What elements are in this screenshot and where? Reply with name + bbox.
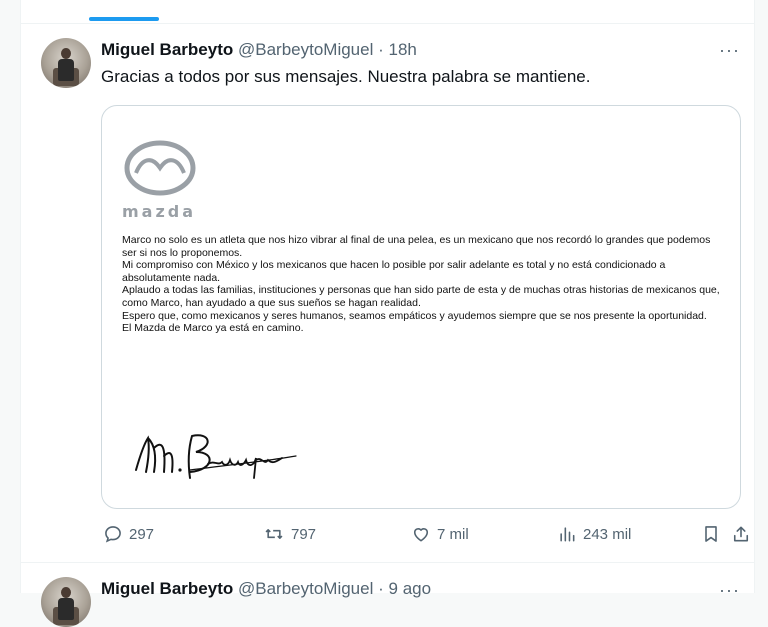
mazda-logo-icon: [124, 140, 196, 196]
heart-icon: [413, 528, 429, 542]
active-tab-indicator: [89, 17, 159, 21]
separator: ·: [378, 579, 384, 598]
letter-paragraph: Marco no solo es un atleta que nos hizo …: [122, 234, 711, 259]
letter-paragraph: El Mazda de Marco ya está en camino.: [122, 322, 304, 335]
retweet-count: 797: [291, 525, 317, 543]
bookmark-button[interactable]: [701, 524, 721, 544]
reply-count: 297: [129, 525, 155, 543]
letter-paragraph: Mi compromiso con México y los mexicanos…: [122, 259, 666, 284]
letter-paragraph: Aplaudo a todas las familias, institucio…: [122, 284, 720, 309]
tweet-actions: 297 797 7 mil 243 mil: [101, 524, 749, 548]
divider: [21, 23, 754, 24]
author-handle[interactable]: @BarbeytoMiguel: [238, 40, 373, 59]
retweet-button[interactable]: 797: [263, 524, 316, 544]
tweet-time[interactable]: 18h: [389, 40, 417, 59]
author-name[interactable]: Miguel Barbeyto: [101, 579, 233, 598]
tweet-time[interactable]: 9 ago: [389, 579, 432, 598]
tweet-text: Gracias a todos por sus mensajes. Nuestr…: [101, 67, 591, 86]
author-avatar[interactable]: [41, 577, 91, 627]
tweet-image[interactable]: mazda Marco no solo es un atleta que nos…: [101, 105, 741, 509]
reply-icon: [105, 526, 121, 543]
views-count: 243 mil: [583, 525, 632, 543]
more-options-icon[interactable]: ···: [719, 40, 740, 61]
retweet-icon: [265, 529, 283, 539]
bookmark-icon: [705, 526, 717, 542]
separator: ·: [378, 40, 384, 59]
more-options-icon[interactable]: ···: [719, 580, 740, 601]
author-name[interactable]: Miguel Barbeyto: [101, 40, 233, 59]
author-avatar[interactable]: [41, 38, 91, 88]
handwritten-signature: [135, 434, 297, 479]
divider: [21, 562, 754, 563]
author-handle[interactable]: @BarbeytoMiguel: [238, 579, 373, 598]
like-count: 7 mil: [437, 525, 469, 543]
letter-text: Marco no solo es un atleta que nos hizo …: [122, 234, 722, 335]
views-button[interactable]: 243 mil: [557, 524, 631, 544]
reply-button[interactable]: 297: [103, 524, 154, 544]
like-button[interactable]: 7 mil: [411, 524, 469, 544]
share-button[interactable]: [731, 524, 751, 544]
share-icon: [733, 526, 749, 542]
timeline-column: Miguel Barbeyto @BarbeytoMiguel · 18h ··…: [20, 0, 755, 627]
tweet-header: Miguel Barbeyto @BarbeytoMiguel · 18h: [101, 40, 417, 60]
mazda-wordmark: mazda: [122, 202, 197, 221]
analytics-icon: [560, 527, 575, 542]
tweet-header: Miguel Barbeyto @BarbeytoMiguel · 9 ago: [101, 579, 431, 599]
letter-paragraph: Espero que, como mexicanos y seres human…: [122, 309, 707, 322]
